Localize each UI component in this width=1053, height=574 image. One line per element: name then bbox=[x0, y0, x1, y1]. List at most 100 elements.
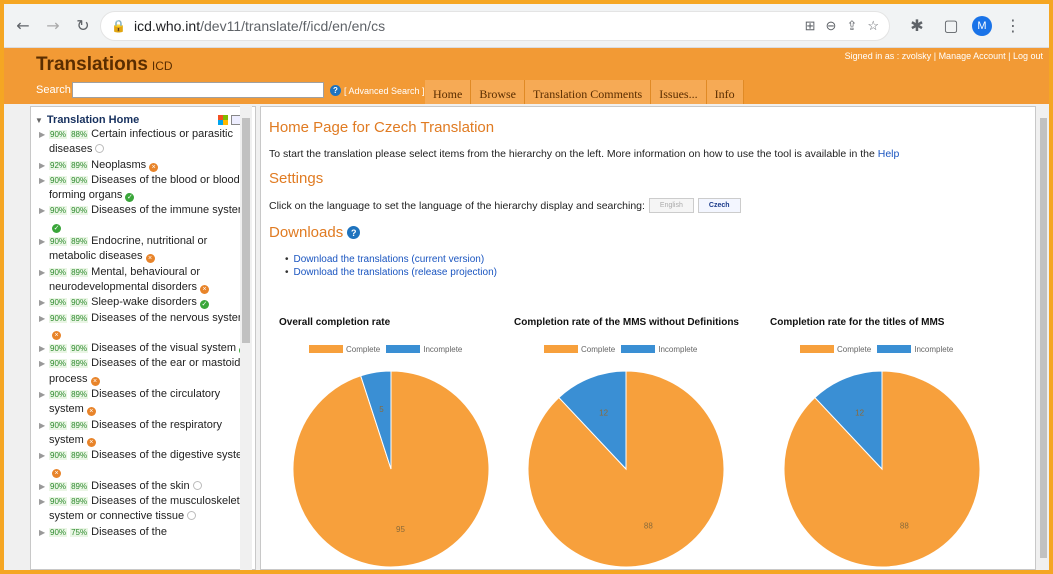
windows-grid-icon[interactable] bbox=[218, 115, 228, 125]
expand-arrow-icon[interactable]: ▶ bbox=[39, 234, 45, 249]
legend-swatch bbox=[800, 345, 834, 353]
expand-arrow-icon[interactable]: ▶ bbox=[39, 418, 45, 433]
legend-item[interactable]: Incomplete bbox=[877, 345, 953, 354]
legend-item[interactable]: Complete bbox=[309, 345, 380, 354]
expand-arrow-icon[interactable]: ▶ bbox=[39, 387, 45, 402]
tree-item-label[interactable]: Diseases of the immune system bbox=[91, 204, 247, 216]
page-title: Home Page for Czech Translation bbox=[269, 119, 495, 136]
completion-pct: 90% bbox=[49, 344, 68, 354]
download-projection-link[interactable]: Download the translations (release proje… bbox=[285, 266, 497, 279]
content-scroll-thumb[interactable] bbox=[1040, 118, 1047, 558]
expand-arrow-icon[interactable]: ▶ bbox=[39, 173, 45, 188]
side-panel-icon[interactable]: ▢ bbox=[938, 13, 964, 39]
tree-item[interactable]: ▶ 90% 89% Diseases of the skin bbox=[35, 479, 255, 494]
legend-swatch bbox=[877, 345, 912, 353]
expand-arrow-icon[interactable]: ▶ bbox=[39, 525, 45, 540]
expand-arrow-icon[interactable]: ▶ bbox=[39, 311, 45, 326]
zoom-icon[interactable]: ⊖ bbox=[826, 18, 837, 34]
tree-item[interactable]: ▶ 90% 90% Diseases of the blood or blood-… bbox=[35, 173, 255, 204]
search-input[interactable] bbox=[72, 82, 324, 98]
bookmark-star-icon[interactable]: ☆ bbox=[867, 18, 879, 34]
pie-value-label: 95 bbox=[396, 525, 405, 534]
pie-value-label: 88 bbox=[900, 521, 909, 530]
expand-arrow-icon[interactable]: ▶ bbox=[39, 341, 45, 356]
tree-scroll-thumb[interactable] bbox=[242, 118, 250, 343]
back-icon[interactable]: ← bbox=[10, 13, 36, 39]
tree-item[interactable]: ▶ 90% 75% Diseases of the bbox=[35, 525, 255, 540]
expand-arrow-icon[interactable]: ▶ bbox=[39, 203, 45, 218]
expand-arrow-icon[interactable]: ▶ bbox=[39, 479, 45, 494]
legend-item[interactable]: Complete bbox=[800, 345, 871, 354]
tree-item[interactable]: ▶ 92% 89% Neoplasms × bbox=[35, 158, 255, 173]
completion-pct: 89% bbox=[70, 313, 89, 323]
signed-in-text: Signed in as : zvolsky bbox=[844, 51, 932, 61]
completion-pct: 89% bbox=[70, 451, 89, 461]
check-status-icon: ✓ bbox=[199, 300, 209, 310]
reload-icon[interactable]: ↻ bbox=[70, 13, 96, 39]
tree-item[interactable]: ▶ 90% 90% Diseases of the immune system ✓ bbox=[35, 203, 255, 234]
advanced-search-link[interactable]: ?[ Advanced Search ] bbox=[330, 85, 425, 96]
tree-item-label[interactable]: Diseases of the digestive system bbox=[91, 449, 251, 461]
incomplete-status-icon: × bbox=[145, 254, 155, 264]
tree-item-label[interactable]: Diseases of the nervous system bbox=[91, 312, 247, 324]
completion-pct: 92% bbox=[49, 160, 68, 170]
chart-legend: Complete Incomplete bbox=[800, 345, 953, 354]
expand-arrow-icon[interactable]: ▶ bbox=[39, 356, 45, 371]
check-status-icon: ✓ bbox=[52, 223, 61, 233]
share-icon[interactable]: ⇪ bbox=[846, 18, 857, 34]
tree-item[interactable]: ▶ 90% 89% Endocrine, nutritional or metab… bbox=[35, 234, 255, 265]
tree-root-label[interactable]: Translation Home bbox=[47, 114, 139, 126]
legend-item[interactable]: Incomplete bbox=[386, 345, 462, 354]
completion-pct: 90% bbox=[49, 527, 68, 537]
extensions-icon[interactable]: ✱ bbox=[904, 13, 930, 39]
collapse-arrow-icon[interactable]: ▼ bbox=[35, 116, 43, 125]
menu-dots-icon[interactable]: ⋮ bbox=[1000, 13, 1026, 39]
tree-item[interactable]: ▶ 90% 89% Diseases of the ear or mastoid … bbox=[35, 356, 255, 387]
czech-button[interactable]: Czech bbox=[697, 198, 741, 213]
expand-arrow-icon[interactable]: ▶ bbox=[39, 158, 45, 173]
tree-item[interactable]: ▶ 90% 90% Sleep-wake disorders ✓ bbox=[35, 295, 255, 310]
tree-root[interactable]: ▼ Translation Home bbox=[31, 107, 255, 126]
help-link[interactable]: Help bbox=[878, 148, 900, 160]
tree-item[interactable]: ▶ 90% 89% Diseases of the digestive syste… bbox=[35, 448, 255, 479]
completion-pct: 90% bbox=[49, 175, 68, 185]
logout-link[interactable]: Log out bbox=[1013, 51, 1043, 61]
tree-item[interactable]: ▶ 90% 89% Diseases of the musculoskeletal… bbox=[35, 494, 255, 525]
expand-arrow-icon[interactable]: ▶ bbox=[39, 494, 45, 509]
help-icon[interactable]: ? bbox=[347, 226, 361, 239]
expand-arrow-icon[interactable]: ▶ bbox=[39, 295, 45, 310]
tree-list: ▶ 90% 88% Certain infectious or parasitic… bbox=[31, 126, 255, 540]
tree-item-label[interactable]: Diseases of the skin bbox=[91, 480, 189, 492]
legend-item[interactable]: Incomplete bbox=[621, 345, 697, 354]
translate-icon[interactable]: ⊞ bbox=[805, 18, 816, 34]
address-bar[interactable]: 🔒 icd.who.int/dev11/translate/f/icd/en/e… bbox=[100, 10, 890, 41]
manage-account-link[interactable]: Manage Account bbox=[939, 51, 1006, 61]
expand-arrow-icon[interactable]: ▶ bbox=[39, 448, 45, 463]
tree-item[interactable]: ▶ 90% 88% Certain infectious or parasitic… bbox=[35, 127, 255, 158]
tree-item[interactable]: ▶ 90% 89% Diseases of the circulatory sys… bbox=[35, 387, 255, 418]
tree-item-label[interactable]: Neoplasms bbox=[91, 159, 146, 171]
tree-item[interactable]: ▶ 90% 89% Mental, behavioural or neurodev… bbox=[35, 265, 255, 296]
completion-pct: 89% bbox=[70, 481, 89, 491]
tree-item[interactable]: ▶90% 90% Diseases of the visual system✓ bbox=[35, 341, 255, 356]
completion-pct: 90% bbox=[70, 344, 89, 354]
profile-avatar[interactable]: M bbox=[972, 15, 992, 36]
forward-icon[interactable]: → bbox=[40, 13, 66, 39]
english-button[interactable]: English bbox=[648, 198, 694, 213]
completion-pct: 89% bbox=[70, 359, 89, 369]
tree-item-label[interactable]: Diseases of the bbox=[91, 526, 167, 538]
completion-pct: 90% bbox=[49, 237, 68, 247]
tree-item-label[interactable]: Sleep-wake disorders bbox=[91, 296, 197, 308]
expand-arrow-icon[interactable]: ▶ bbox=[39, 127, 45, 142]
tree-scrollbar[interactable] bbox=[240, 106, 252, 570]
tree-item-label[interactable]: Diseases of the visual system bbox=[91, 342, 236, 354]
completion-pct: 90% bbox=[49, 390, 68, 400]
content-scrollbar[interactable] bbox=[1038, 106, 1049, 570]
help-icon: ? bbox=[330, 85, 341, 96]
legend-item[interactable]: Complete bbox=[544, 345, 615, 354]
expand-arrow-icon[interactable]: ▶ bbox=[39, 265, 45, 280]
tree-item[interactable]: ▶ 90% 89% Diseases of the respiratory sys… bbox=[35, 418, 255, 449]
download-current-link[interactable]: Download the translations (current versi… bbox=[285, 253, 497, 266]
tree-item[interactable]: ▶ 90% 89% Diseases of the nervous system × bbox=[35, 311, 255, 342]
completion-pct: 90% bbox=[70, 175, 89, 185]
